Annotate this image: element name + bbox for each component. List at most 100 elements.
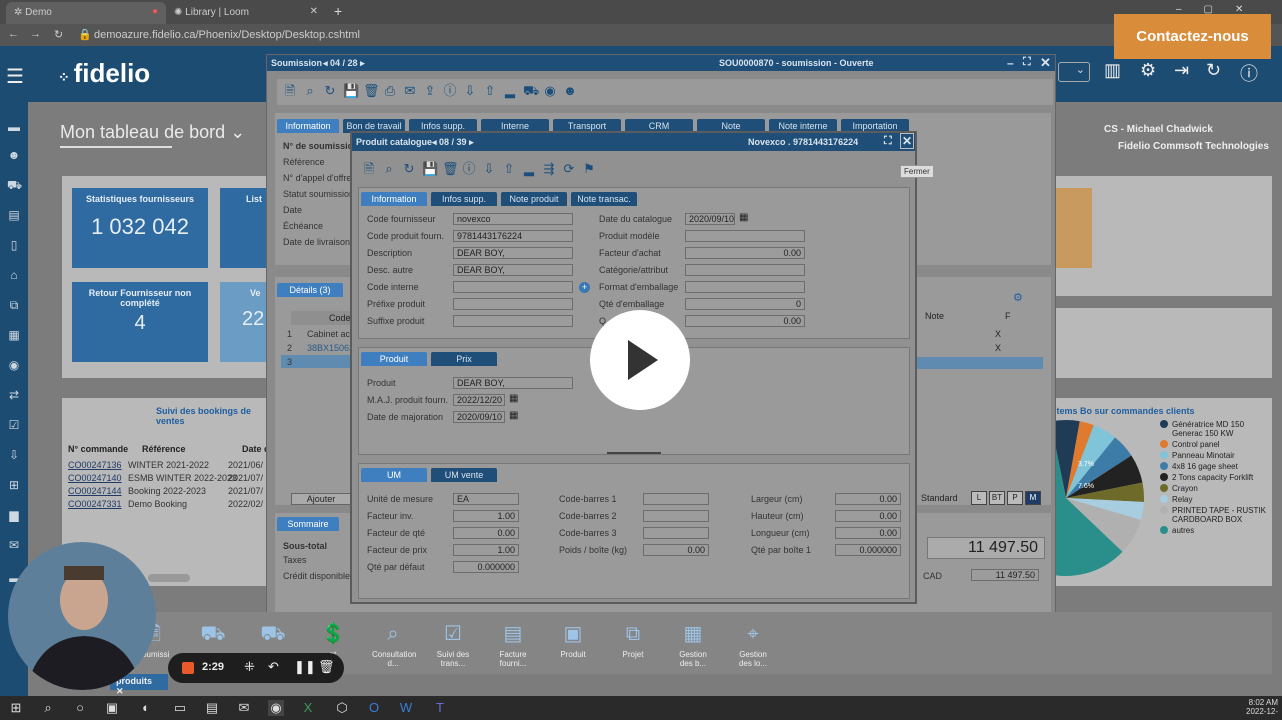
stats-icon[interactable]: ▂ (522, 162, 536, 176)
field-value[interactable]: 1.00 (453, 544, 519, 556)
close-icon[interactable]: ✕ (900, 133, 914, 149)
field-value[interactable]: DEAR BOY, (453, 247, 573, 259)
tile-sales[interactable]: Ve 22 (220, 282, 272, 362)
refresh-icon[interactable]: ↻ (402, 162, 416, 176)
tile-list[interactable]: List (220, 188, 272, 268)
store-icon[interactable]: ▤ (204, 700, 220, 716)
task-view-icon[interactable]: ○ (72, 700, 88, 716)
mail-icon[interactable]: ✉ (236, 700, 252, 716)
back-icon[interactable]: ← (8, 28, 19, 40)
chat-icon[interactable]: ◉ (7, 358, 21, 372)
modal-record-nav[interactable]: ◂ 08 / 39 ▸ (432, 137, 474, 148)
tab-price[interactable]: Prix (431, 352, 497, 366)
export-icon[interactable]: ⇪ (423, 84, 437, 98)
browser-tab-demo[interactable]: ✲ Demo ● (6, 2, 166, 24)
email-icon[interactable]: ✉ (403, 84, 417, 98)
building-icon[interactable]: ▦ (7, 328, 21, 342)
excel-icon[interactable]: X (300, 700, 316, 716)
tile-supplier-returns[interactable]: Retour Fournisseur non complété 4 (72, 282, 208, 362)
grid-dots-icon[interactable]: ⁜ (244, 659, 255, 675)
chart-icon[interactable]: ▥ (1104, 60, 1121, 81)
search-icon[interactable]: ⌕ (382, 162, 396, 176)
hierarchy-icon[interactable]: ⧉ (7, 298, 21, 312)
delete-icon[interactable]: 🗑 (442, 162, 459, 176)
field-value[interactable] (685, 281, 805, 293)
bottom-item[interactable]: ☑ Suivi des trans... (432, 620, 474, 668)
field-value[interactable]: EA (453, 493, 519, 505)
field-value[interactable]: 0.00 (453, 527, 519, 539)
add-button[interactable]: Ajouter (291, 493, 351, 505)
search-icon[interactable]: ⌕ (303, 84, 317, 98)
field-value[interactable] (643, 527, 709, 539)
upload-icon[interactable]: ⇧ (502, 162, 516, 176)
tab-um-sale[interactable]: UM vente (431, 468, 497, 482)
selected-row[interactable] (915, 357, 1043, 369)
widgets-icon[interactable]: ▣ (104, 700, 120, 716)
word-icon[interactable]: W (398, 700, 414, 716)
tile-supplier-stats[interactable]: Statistiques fournisseurs 1 032 042 (72, 188, 208, 268)
size-button-L[interactable]: L (971, 491, 987, 505)
logout-icon[interactable]: ⇥ (1174, 60, 1189, 81)
refresh-icon[interactable]: ↻ (1206, 60, 1221, 81)
basket-icon[interactable]: ⌂ (7, 268, 21, 282)
download-icon[interactable]: ⇩ (463, 84, 477, 98)
chat-icon[interactable]: ◉ (543, 84, 557, 98)
contact-card-icon[interactable]: ▤ (7, 208, 21, 222)
cart-icon[interactable]: ⛟ (7, 178, 22, 192)
field-value[interactable] (685, 230, 805, 242)
download-icon[interactable]: ⇩ (7, 448, 21, 462)
field-value[interactable]: 2022/12/20 (453, 394, 505, 406)
teams-icon[interactable]: T (432, 700, 448, 716)
close-tab-icon[interactable]: ✕ (310, 6, 318, 17)
play-button[interactable] (590, 310, 690, 410)
truck-icon[interactable]: ▬ (7, 120, 21, 134)
booking-order-link[interactable]: CO00247331 (68, 499, 122, 509)
clock[interactable]: 8:02 AM 2022-12- (1246, 698, 1278, 716)
upload-icon[interactable]: ⇧ (483, 84, 497, 98)
field-value[interactable]: novexco (453, 213, 573, 225)
app-icon[interactable]: ⬡ (334, 700, 350, 716)
bottom-item[interactable]: ⌖ Gestion des lo... (732, 620, 774, 668)
info-icon[interactable]: ⓘ (443, 84, 457, 98)
field-value[interactable]: 0.00 (685, 247, 805, 259)
save-icon[interactable]: 💾 (422, 162, 438, 176)
users-icon[interactable]: ☻ (563, 84, 577, 98)
dropdown-chevron-icon[interactable]: ⌄ (1058, 62, 1090, 82)
field-value[interactable]: 2020/09/10 (453, 411, 505, 423)
bottom-item[interactable]: ⌕ Consultation d... (372, 620, 416, 668)
trash-icon[interactable]: 🗑 (318, 659, 335, 675)
field-value[interactable] (643, 493, 709, 505)
field-value[interactable]: DEAR BOY, (453, 264, 573, 276)
scrollbar[interactable] (148, 574, 190, 582)
minimize-icon[interactable]: – (1007, 56, 1014, 70)
flag-icon[interactable]: ⚑ (582, 162, 596, 176)
stats-icon[interactable]: ▂ (503, 84, 517, 98)
bottom-item[interactable]: ⛟ (192, 620, 234, 650)
record-nav[interactable]: ◂ 04 / 28 ▸ (323, 58, 365, 69)
settings-gear-icon[interactable]: ⚙ (1013, 291, 1023, 304)
tab-product[interactable]: Produit (361, 352, 427, 366)
reload-icon[interactable]: ↻ (54, 28, 63, 41)
windows-start-icon[interactable]: ⊞ (8, 700, 24, 716)
tab-modal-4[interactable]: Note transac. (571, 192, 637, 206)
field-value[interactable]: 0.00 (685, 315, 805, 327)
print-icon[interactable]: ⎙ (383, 84, 397, 98)
download-icon[interactable]: ⇩ (482, 162, 496, 176)
cart-icon[interactable]: ⛟ (523, 84, 539, 98)
field-value[interactable]: 0 (685, 298, 805, 310)
size-button-P[interactable]: P (1007, 491, 1023, 505)
expand-icon[interactable]: ⛶ (1023, 56, 1031, 69)
grid-icon[interactable]: ⊞ (7, 478, 21, 492)
undo-icon[interactable]: ↶ (268, 659, 279, 675)
refresh-icon[interactable]: ↻ (323, 84, 337, 98)
bar-chart-icon[interactable]: ▆ (7, 508, 21, 522)
dashboard-title[interactable]: Mon tableau de bord ⌄ (60, 122, 245, 143)
comment-icon[interactable]: ✉ (7, 538, 21, 552)
field-value[interactable] (685, 264, 805, 276)
bottom-item[interactable]: ▣ Produit (552, 620, 594, 659)
tab-summary[interactable]: Sommaire (277, 517, 339, 531)
tab-modal-2[interactable]: Infos supp. (431, 192, 497, 206)
pause-icon[interactable]: ❚❚ (294, 659, 316, 675)
bottom-item[interactable]: ⧉ Projet (612, 620, 654, 659)
field-value[interactable]: 0.00 (835, 493, 901, 505)
